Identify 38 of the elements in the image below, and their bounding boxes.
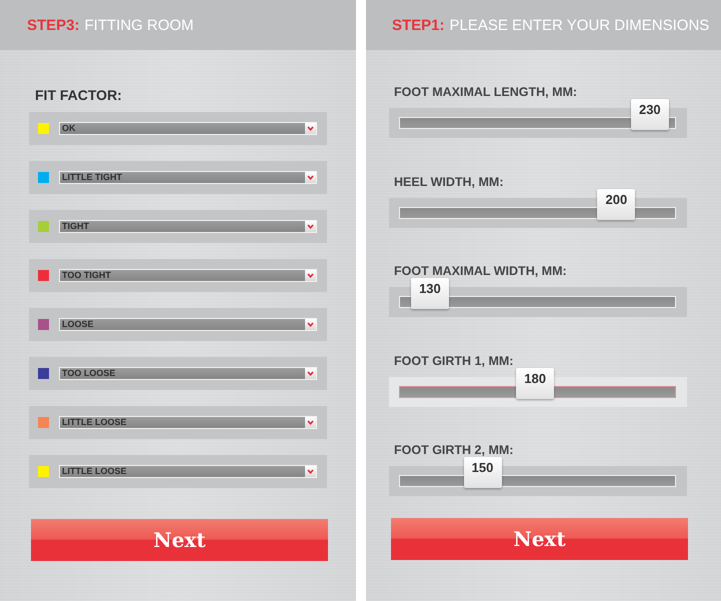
slider-thumb[interactable]: 150 [464, 457, 502, 488]
next-button[interactable]: Next [31, 519, 328, 561]
caret-icon [305, 123, 316, 134]
dropdown[interactable]: TOO LOOSE [59, 367, 317, 380]
caret-icon [305, 270, 316, 281]
dropdown[interactable]: LITTLE LOOSE [59, 465, 317, 478]
caret-icon [305, 319, 316, 330]
field-label: FOOT GIRTH 1, MM: [394, 354, 514, 368]
dropdown[interactable]: LITTLE TIGHT [59, 171, 317, 184]
slider-thumb[interactable]: 130 [410, 278, 449, 309]
caret-icon [305, 221, 316, 232]
header-title: FITTING ROOM [84, 16, 194, 34]
field-label: FOOT MAXIMAL WIDTH, MM: [394, 264, 567, 278]
section-label: FIT FACTOR: [35, 87, 122, 103]
dropdown[interactable]: TIGHT [59, 220, 317, 233]
slider-track[interactable]: 180 [399, 368, 676, 398]
field-label: FOOT MAXIMAL LENGTH, MM: [394, 85, 578, 99]
slider-track[interactable]: 200 [399, 188, 676, 220]
slider-track[interactable]: 130 [399, 278, 676, 309]
slider-track[interactable]: 150 [399, 457, 676, 488]
slider-thumb[interactable]: 230 [630, 99, 669, 130]
dropdown[interactable]: TOO TIGHT [59, 269, 317, 282]
dropdown[interactable]: LOOSE [59, 318, 317, 331]
slider-thumb[interactable]: 200 [597, 188, 636, 220]
field-label: HEEL WIDTH, MM: [394, 174, 504, 188]
dropdown[interactable]: LITTLE LOOSE [59, 416, 317, 429]
slider-thumb[interactable]: 180 [516, 368, 554, 398]
step-label: STEP1: [392, 16, 445, 34]
slider-track[interactable]: 230 [399, 99, 676, 130]
field-label: FOOT GIRTH 2, MM: [394, 443, 514, 457]
caret-icon [305, 417, 316, 428]
caret-icon [305, 368, 316, 379]
caret-icon [305, 466, 316, 477]
next-button[interactable]: Next [391, 518, 688, 560]
caret-icon [305, 172, 316, 183]
header-title: PLEASE ENTER YOUR DIMENSIONS [450, 16, 710, 34]
dropdown[interactable]: OK [59, 122, 317, 135]
step-label: STEP3: [27, 16, 80, 34]
